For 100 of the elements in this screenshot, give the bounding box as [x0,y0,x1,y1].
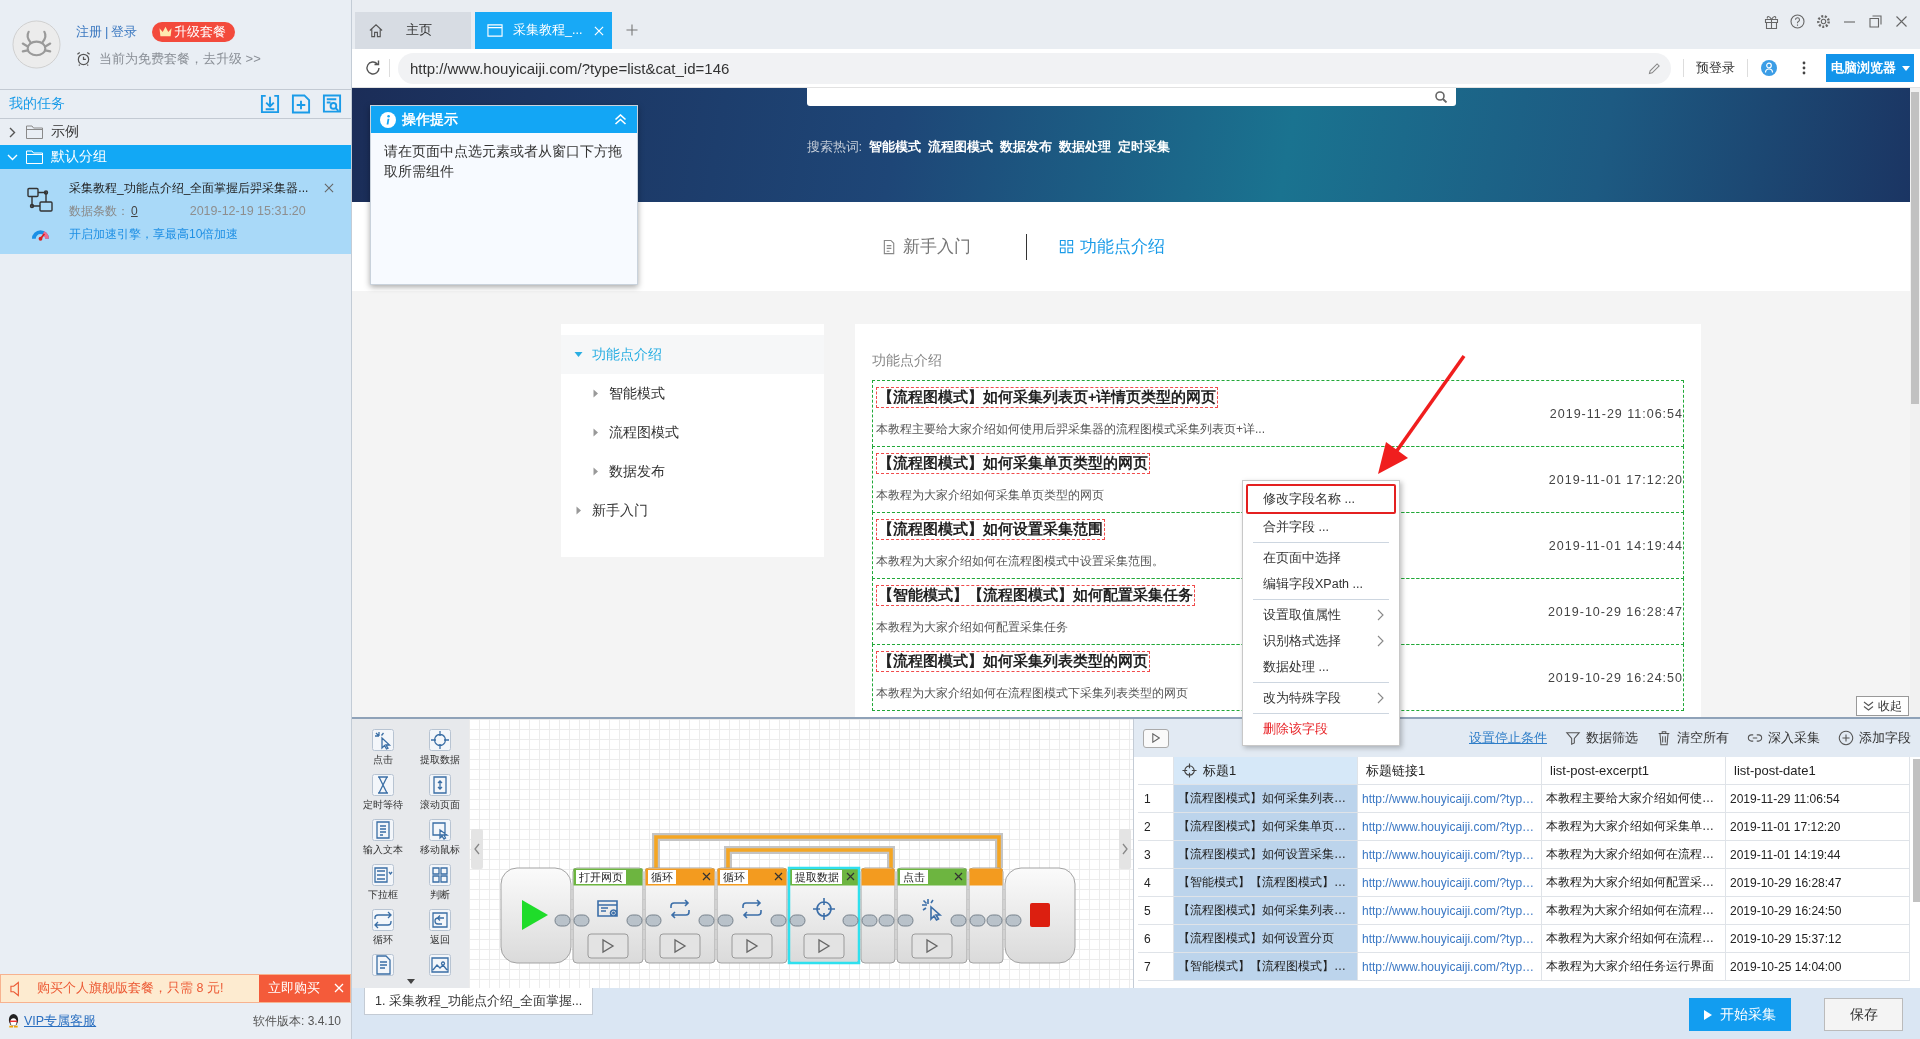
crab-avatar[interactable] [12,20,61,69]
workflow-step[interactable]: 循环 [716,867,788,964]
double-chevron-up-icon[interactable] [614,114,627,125]
task-group[interactable]: 示例 [0,120,351,144]
column-header[interactable]: list-post-excerpt1 [1542,757,1726,785]
register-link[interactable]: 注册 [76,22,102,41]
import-icon[interactable] [260,94,280,114]
column-header[interactable]: 标题1 [1174,757,1358,785]
pencil-icon[interactable] [1648,61,1661,75]
toolbar-button[interactable]: 清空所有 [1656,729,1729,747]
record-count[interactable]: 0 [131,204,138,218]
menu-item[interactable]: 改为特殊字段 [1246,685,1396,711]
menu-item[interactable]: 修改字段名称 ... [1246,484,1396,514]
image-icon[interactable] [428,954,451,976]
tool-button[interactable]: 判断 [428,864,451,902]
close-icon[interactable] [329,975,350,1002]
task-item[interactable]: 采集教程_功能点介绍_全面掌握后羿采集器... 数据条数： 0 2019-12-19 15:31:20 开启加速引擎，享最高10倍加速 [0,169,351,254]
run-step-button[interactable] [803,933,845,959]
article-title[interactable]: 【流程图模式】如何采集列表页+详情页类型的网页 [876,387,1219,408]
tool-button[interactable]: 下拉框 [367,864,398,902]
hot-word-link[interactable]: 流程图模式 [928,138,994,156]
hot-word-link[interactable]: 数据发布 [1000,138,1053,156]
login-link[interactable]: 登录 [111,22,138,41]
search-field[interactable] [806,88,1456,106]
article-title[interactable]: 【流程图模式】如何采集列表类型的网页 [876,651,1150,672]
collapse-button[interactable]: 收起 [1856,696,1909,716]
close-icon[interactable] [846,872,855,881]
category-item[interactable]: 流程图模式 [561,413,824,452]
category-item[interactable]: 智能模式 [561,374,824,413]
url-field[interactable]: http://www.houyicaiji.com/?type=list&cat_id=146 [398,52,1671,84]
hot-word-link[interactable]: 定时采集 [1118,138,1171,156]
close-icon[interactable] [774,872,783,881]
close-icon[interactable] [702,872,711,881]
stop-condition-link[interactable]: 设置停止条件 [1469,729,1547,747]
loop-end-node[interactable] [968,867,1004,964]
close-icon[interactable] [1894,14,1909,29]
menu-item[interactable]: 合并字段 ... [1246,514,1396,540]
save-button[interactable]: 保存 [1824,998,1903,1031]
refresh-icon[interactable] [364,59,382,77]
run-button[interactable] [1143,728,1169,748]
hot-word-link[interactable]: 智能模式 [869,138,922,156]
nav-tab[interactable]: 新手入门 [882,235,971,258]
restore-icon[interactable] [1868,14,1883,29]
loop-end-node[interactable] [860,867,896,964]
add-task-icon[interactable] [291,94,311,114]
article-item[interactable]: 【流程图模式】如何采集列表页+详情页类型的网页 本教程主要给大家介绍如何使用后羿采集器的流程图模式采集列表页+详... 2019-11-29 11:06:54 [872,380,1684,447]
column-header[interactable]: 标题链接1 [1358,757,1542,785]
run-step-button[interactable] [659,933,701,959]
toolbar-button[interactable]: 添加字段 [1838,729,1911,747]
run-step-button[interactable] [911,933,953,959]
scrollbar[interactable] [1913,759,1920,902]
article-title[interactable]: 【流程图模式】如何设置采集范围 [876,519,1105,540]
hot-word-link[interactable]: 数据处理 [1059,138,1112,156]
tool-button[interactable]: 滚动页面 [419,774,460,812]
tool-button[interactable]: 循环 [371,909,394,947]
workflow-step[interactable]: 点击 [896,867,968,964]
close-icon[interactable] [324,183,334,193]
toolbar-button[interactable]: 深入采集 [1747,729,1820,747]
close-icon[interactable] [954,872,963,881]
settings-icon[interactable] [1816,14,1831,29]
user-icon[interactable] [1761,60,1777,76]
workflow-step[interactable]: 循环 [644,867,716,964]
article-title[interactable]: 【流程图模式】如何采集单页类型的网页 [876,453,1150,474]
gift-icon[interactable] [1764,14,1779,29]
workflow-step[interactable]: 提取数据 [787,866,861,965]
menu-item[interactable]: 删除该字段 [1246,716,1396,742]
start-node[interactable] [500,867,572,964]
tool-button[interactable]: 点击 [371,729,394,767]
tool-button[interactable]: 输入文本 [362,819,403,857]
menu-item[interactable]: 识别格式选择 [1246,628,1396,654]
menu-item[interactable]: 在页面中选择 [1246,545,1396,571]
pre-login-button[interactable]: 预登录 [1683,59,1748,77]
browser-tab[interactable]: 主页 [355,12,471,49]
toolbar-button[interactable]: 数据筛选 [1565,729,1638,747]
category-item[interactable]: 新手入门 [561,491,824,530]
column-header[interactable]: list-post-date1 [1726,757,1910,785]
tool-button[interactable]: 返回 [428,909,451,947]
article-title[interactable]: 【智能模式】【流程图模式】如何配置采集任务 [876,585,1195,606]
menu-item[interactable]: 编辑字段XPath ... [1246,571,1396,597]
caret-down-icon[interactable] [407,979,415,984]
new-tab-icon[interactable] [626,23,638,36]
vip-support-link[interactable]: VIP专属客服 [24,1012,97,1030]
more-menu-icon[interactable] [1802,61,1806,75]
scroll-left-button[interactable] [471,829,483,869]
workflow-tab[interactable]: 1. 采集教程_功能点介绍_全面掌握... [364,988,594,1015]
menu-item[interactable]: 数据处理 ... [1246,654,1396,680]
search-icon[interactable] [1433,91,1448,103]
tool-button[interactable]: 移动鼠标 [419,819,460,857]
chevron-right-icon[interactable] [7,126,18,138]
run-step-button[interactable] [731,933,773,959]
stop-node[interactable] [1004,867,1076,964]
help-icon[interactable] [1790,14,1805,29]
workflow-step[interactable]: 打开网页 [572,867,644,964]
upgrade-button[interactable]: 升级套餐 [152,21,236,42]
search-task-icon[interactable] [322,94,342,114]
tool-button[interactable]: 定时等待 [362,774,403,812]
run-step-button[interactable] [587,933,629,959]
scroll-right-button[interactable] [1119,829,1131,869]
document-icon[interactable] [371,954,394,976]
menu-item[interactable]: 设置取值属性 [1246,602,1396,628]
